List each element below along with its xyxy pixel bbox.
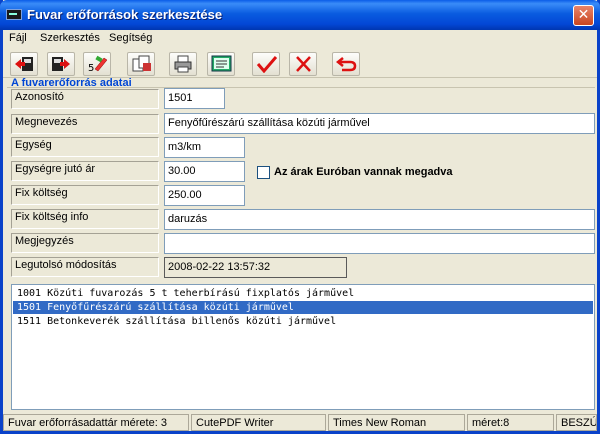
checkmark-icon (256, 56, 278, 73)
edit-button[interactable]: 5 (83, 52, 111, 76)
menu-edit[interactable]: Szerkesztés (40, 32, 100, 44)
print-button[interactable] (169, 52, 197, 76)
cancel-button[interactable] (289, 52, 317, 76)
print-icon (174, 55, 192, 73)
export-button[interactable] (47, 52, 75, 76)
fix-koltseg-label: Fix költség (11, 185, 159, 205)
euro-checkbox-label[interactable]: Az árak Euróban vannak megadva (274, 166, 453, 178)
export-icon (52, 57, 70, 71)
copy-icon (132, 55, 151, 72)
import-icon (15, 57, 33, 71)
list-item[interactable]: 1001 Közúti fuvarozás 5 t teherbírású fi… (13, 287, 593, 300)
edit-icon: 5 (88, 55, 108, 73)
copy-button[interactable] (127, 52, 155, 76)
group-divider (7, 87, 595, 88)
svg-text:5: 5 (88, 63, 94, 73)
modositas-field: 2008-02-22 13:57:32 (164, 257, 347, 278)
megjegyzes-label: Megjegyzés (11, 233, 159, 253)
megjegyzes-field[interactable] (164, 233, 595, 254)
window-title: Fuvar erőforrások szerkesztése (27, 7, 223, 22)
toolbar: 5 (3, 50, 597, 78)
megnevezes-label: Megnevezés (11, 114, 159, 134)
title-bar: Fuvar erőforrások szerkesztése ✕ (0, 0, 600, 30)
status-mode: BESZÚR (556, 414, 597, 431)
egysegar-field[interactable]: 30.00 (164, 161, 245, 182)
app-window: Fuvar erőforrások szerkesztése ✕ Fájl Sz… (0, 0, 600, 434)
resource-list[interactable]: 1001 Közúti fuvarozás 5 t teherbírású fi… (11, 284, 595, 410)
cancel-x-icon (296, 56, 311, 72)
megnevezes-field[interactable]: Fenyőfűrészárú szállítása közúti járműve… (164, 113, 595, 134)
azonosito-label: Azonosító (11, 89, 159, 109)
fix-koltseg-field[interactable]: 250.00 (164, 185, 245, 206)
status-size: méret:8 (467, 414, 554, 431)
status-bar: Fuvar erőforrásadattár mérete: 3 CutePDF… (3, 413, 597, 431)
list-item[interactable]: 1511 Betonkeverék szállítása billenős kö… (13, 315, 593, 328)
egyseg-label: Egység (11, 137, 159, 157)
azonosito-field[interactable]: 1501 (164, 88, 225, 109)
preview-icon (211, 55, 232, 72)
egyseg-field[interactable]: m3/km (164, 137, 245, 158)
import-button[interactable] (10, 52, 38, 76)
close-button[interactable]: ✕ (573, 5, 594, 26)
menu-file[interactable]: Fájl (9, 32, 27, 44)
ok-button[interactable] (252, 52, 280, 76)
egysegar-label: Egységre jutó ár (11, 161, 159, 181)
euro-checkbox[interactable] (257, 166, 270, 179)
fix-info-field[interactable]: daruzás (164, 209, 595, 230)
app-icon (6, 9, 22, 20)
undo-button[interactable] (332, 52, 360, 76)
status-printer: CutePDF Writer (191, 414, 326, 431)
list-item-selected[interactable]: 1501 Fenyőfűrészárú szállítása közúti já… (13, 301, 593, 314)
menu-help[interactable]: Segítség (109, 32, 152, 44)
preview-button[interactable] (207, 52, 235, 76)
status-font: Times New Roman (328, 414, 465, 431)
fix-info-label: Fix költség info (11, 209, 159, 229)
status-count: Fuvar erőforrásadattár mérete: 3 (3, 414, 189, 431)
menu-bar: Fájl Szerkesztés Segítség (3, 30, 597, 48)
modositas-label: Legutolsó módosítás (11, 257, 159, 277)
undo-arrow-icon (336, 57, 357, 72)
